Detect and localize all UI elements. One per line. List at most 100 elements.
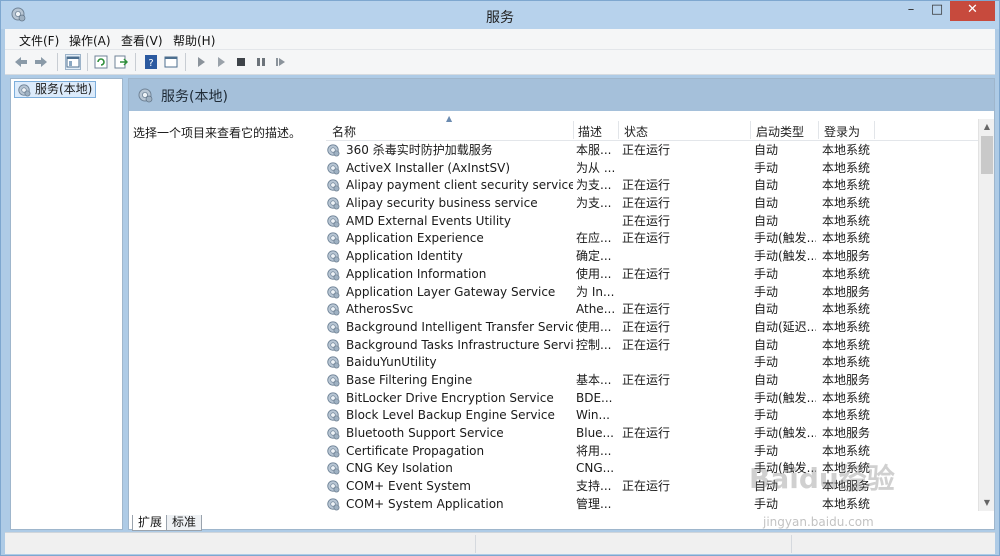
gear-icon bbox=[138, 88, 153, 103]
services-window: 服务 – □ ✕ 文件(F) 操作(A) 查看(V) 帮助(H) ? 服务(本地… bbox=[0, 0, 1000, 556]
menu-action[interactable]: 操作(A) bbox=[69, 32, 111, 49]
service-name: Application Layer Gateway Service bbox=[346, 284, 556, 299]
service-startup-type: 手动 bbox=[754, 496, 779, 511]
service-name: Background Intelligent Transfer Service bbox=[346, 319, 573, 334]
maximize-button[interactable]: □ bbox=[924, 1, 950, 21]
service-name: AtherosSvc bbox=[346, 302, 414, 317]
service-startup-type: 手动 bbox=[754, 266, 779, 281]
service-log-on-as: 本地系统 bbox=[822, 319, 871, 334]
service-log-on-as: 本地系统 bbox=[822, 337, 871, 352]
table-row[interactable]: Base Filtering Engine 基本... 正在运行 自动 本地服务 bbox=[326, 372, 978, 390]
table-row[interactable]: Application Identity 确定... 手动(触发... 本地服务 bbox=[326, 248, 978, 266]
table-row[interactable]: BaiduYunUtility 手动 本地系统 bbox=[326, 354, 978, 372]
table-row[interactable]: Bluetooth Support Service Blue... 正在运行 手动(触… bbox=[326, 425, 978, 443]
table-row[interactable]: Application Information 使用... 正在运行 手动 本地系统 bbox=[326, 266, 978, 284]
column-header-status[interactable]: 状态 bbox=[624, 123, 648, 140]
pause-service-icon[interactable] bbox=[253, 54, 269, 70]
show-hide-tree-icon[interactable] bbox=[65, 54, 81, 70]
table-row[interactable]: BitLocker Drive Encryption Service BDE...… bbox=[326, 390, 978, 408]
service-startup-type: 手动(触发... bbox=[754, 426, 816, 440]
service-description: 将用... bbox=[576, 443, 612, 458]
scroll-down-icon[interactable]: ▼ bbox=[979, 495, 995, 511]
properties-icon[interactable] bbox=[163, 54, 179, 70]
service-status: 正在运行 bbox=[622, 372, 671, 387]
service-status: 正在运行 bbox=[622, 266, 671, 281]
column-header-log-on-as[interactable]: 登录为 bbox=[824, 123, 860, 140]
table-row[interactable]: AMD External Events Utility 正在运行 自动 本地系统 bbox=[326, 213, 978, 231]
service-log-on-as: 本地服务 bbox=[822, 284, 871, 299]
table-row[interactable]: AtherosSvc Athe... 正在运行 自动 本地系统 bbox=[326, 301, 978, 319]
start-service-icon[interactable] bbox=[193, 54, 209, 70]
service-log-on-as: 本地系统 bbox=[822, 143, 871, 157]
refresh-icon[interactable] bbox=[93, 54, 109, 70]
close-button[interactable]: ✕ bbox=[950, 1, 995, 21]
column-header-description[interactable]: 描述 bbox=[578, 123, 602, 140]
service-name: Application Experience bbox=[346, 231, 484, 246]
service-status: 正在运行 bbox=[622, 337, 671, 352]
service-startup-type: 自动(延迟... bbox=[754, 319, 816, 334]
table-row[interactable]: Alipay payment client security service 为支… bbox=[326, 177, 978, 195]
service-log-on-as: 本地服务 bbox=[822, 426, 871, 440]
service-startup-type: 手动 bbox=[754, 284, 779, 299]
service-description: 确定... bbox=[576, 249, 612, 264]
service-startup-type: 手动(触发... bbox=[754, 249, 816, 264]
table-row[interactable]: ActiveX Installer (AxInstSV) 为从 ... 手动 本地系统 bbox=[326, 160, 978, 178]
menu-help[interactable]: 帮助(H) bbox=[173, 32, 215, 49]
table-row[interactable]: Alipay security business service 为支... 正在运… bbox=[326, 195, 978, 213]
table-row[interactable]: Background Intelligent Transfer Service 使… bbox=[326, 319, 978, 337]
menu-file[interactable]: 文件(F) bbox=[19, 32, 59, 49]
service-status: 正在运行 bbox=[622, 213, 671, 228]
service-startup-type: 自动 bbox=[754, 178, 779, 193]
back-icon[interactable] bbox=[13, 54, 29, 70]
service-startup-type: 手动(触发... bbox=[754, 390, 816, 405]
service-description: 支持... bbox=[576, 479, 612, 494]
service-name: Application Identity bbox=[346, 249, 463, 264]
title-bar: 服务 – □ ✕ bbox=[1, 1, 999, 29]
forward-icon[interactable] bbox=[33, 54, 49, 70]
service-startup-type: 手动(触发... bbox=[754, 231, 816, 246]
service-name: ActiveX Installer (AxInstSV) bbox=[346, 160, 511, 175]
stop-service-icon[interactable] bbox=[233, 54, 249, 70]
scroll-up-icon[interactable]: ▲ bbox=[979, 119, 995, 135]
list-header: ▲ 名称 描述 状态 启动类型 登录为 bbox=[326, 114, 978, 141]
table-row[interactable]: Application Experience 在应... 正在运行 手动(触发... 本… bbox=[326, 230, 978, 248]
menu-view[interactable]: 查看(V) bbox=[121, 32, 163, 49]
service-description: 管理... bbox=[576, 496, 612, 511]
pane-header: 服务(本地) bbox=[129, 79, 994, 111]
table-row[interactable]: Background Tasks Infrastructure Service 控… bbox=[326, 337, 978, 355]
service-status: 正在运行 bbox=[622, 231, 671, 246]
services-list[interactable]: ▲ 名称 描述 状态 启动类型 登录为 360 杀毒实时防护加载服务 本服... 正… bbox=[326, 114, 994, 514]
table-row[interactable]: 360 杀毒实时防护加载服务 本服... 正在运行 自动 本地系统 bbox=[326, 142, 978, 160]
service-status: 正在运行 bbox=[622, 319, 671, 334]
table-row[interactable]: COM+ System Application 管理... 手动 本地系统 bbox=[326, 496, 978, 514]
service-status: 正在运行 bbox=[622, 302, 671, 317]
tree-node-local-services[interactable]: 服务(本地) bbox=[14, 81, 97, 98]
scrollbar-thumb[interactable] bbox=[981, 136, 993, 174]
minimize-button[interactable]: – bbox=[898, 1, 924, 21]
menu-bar: 文件(F) 操作(A) 查看(V) 帮助(H) bbox=[5, 29, 995, 50]
tab-extended[interactable]: 扩展 bbox=[132, 515, 169, 531]
service-description: 为从 ... bbox=[576, 160, 616, 175]
baidu-watermark-url: jingyan.baidu.com bbox=[763, 515, 874, 529]
help-icon[interactable]: ? bbox=[143, 54, 159, 70]
vertical-scrollbar[interactable]: ▲ ▼ bbox=[978, 119, 994, 511]
console-tree: 服务(本地) bbox=[10, 78, 123, 530]
column-header-name[interactable]: 名称 bbox=[332, 123, 356, 140]
window-title: 服务 bbox=[486, 10, 514, 26]
service-description: 基本... bbox=[576, 372, 612, 387]
service-description: 控制... bbox=[576, 337, 612, 352]
table-row[interactable]: Application Layer Gateway Service 为 In...… bbox=[326, 284, 978, 302]
column-header-startup-type[interactable]: 启动类型 bbox=[756, 123, 804, 140]
start-service-alt-icon[interactable] bbox=[213, 54, 229, 70]
service-log-on-as: 本地系统 bbox=[822, 231, 871, 246]
service-name: Bluetooth Support Service bbox=[346, 426, 504, 440]
service-name: Block Level Backup Engine Service bbox=[346, 408, 555, 423]
service-startup-type: 自动 bbox=[754, 213, 779, 228]
service-status: 正在运行 bbox=[622, 479, 671, 494]
restart-service-icon[interactable] bbox=[273, 54, 289, 70]
service-name: CNG Key Isolation bbox=[346, 461, 453, 476]
service-log-on-as: 本地服务 bbox=[822, 372, 871, 387]
tab-standard[interactable]: 标准 bbox=[166, 515, 203, 531]
table-row[interactable]: Block Level Backup Engine Service Win... 手… bbox=[326, 407, 978, 425]
export-list-icon[interactable] bbox=[113, 54, 129, 70]
